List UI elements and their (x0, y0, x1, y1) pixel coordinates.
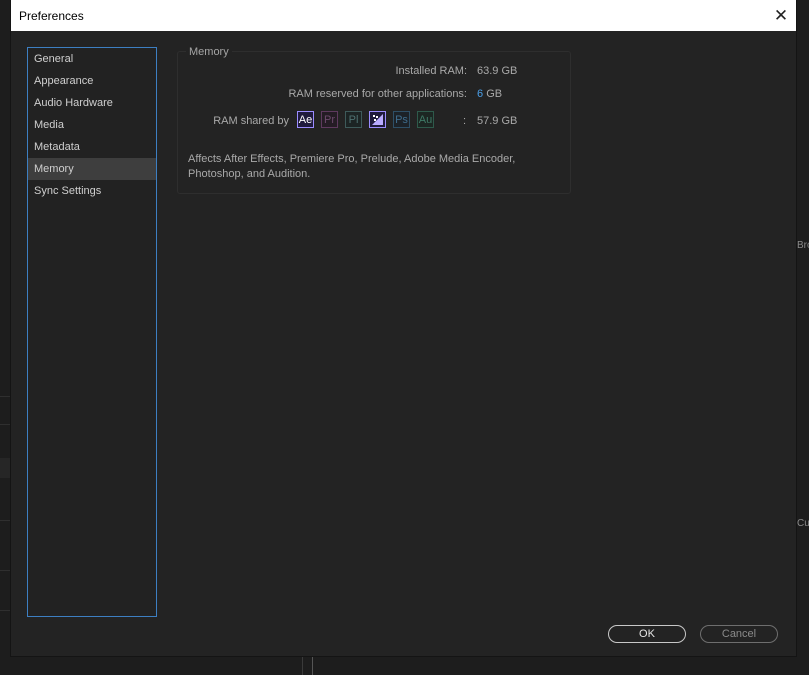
sidebar-item-audio-hardware[interactable]: Audio Hardware (28, 92, 156, 114)
bg-divider (312, 655, 313, 675)
memory-group: Memory Installed RAM: 63.9 GB RAM reserv… (177, 46, 571, 194)
memory-note: Affects After Effects, Premiere Pro, Pre… (188, 153, 516, 180)
installed-ram-value: 63.9 GB (477, 65, 518, 77)
title-bar[interactable]: Preferences ✕ (11, 0, 796, 31)
after-effects-icon[interactable]: Ae (297, 111, 314, 128)
ok-button[interactable]: OK (608, 625, 686, 643)
reserved-ram-unit: GB (486, 88, 503, 100)
preferences-dialog: Preferences ✕ General Appearance Audio H… (11, 0, 796, 656)
sidebar-item-memory[interactable]: Memory (28, 158, 156, 180)
sidebar-item-sync-settings[interactable]: Sync Settings (28, 180, 156, 202)
bg-panel (0, 458, 10, 478)
sidebar-item-general[interactable]: General (28, 48, 156, 70)
sidebar-item-appearance[interactable]: Appearance (28, 70, 156, 92)
audition-icon[interactable]: Au (417, 111, 434, 128)
bg-panel-label: Cur (797, 518, 809, 529)
bg-divider (0, 396, 10, 397)
shared-ram-colon: : (463, 115, 467, 127)
preferences-sidebar: General Appearance Audio Hardware Media … (27, 47, 157, 617)
dialog-title: Preferences (19, 9, 84, 23)
cancel-button[interactable]: Cancel (700, 625, 778, 643)
premiere-pro-icon[interactable]: Pr (321, 111, 338, 128)
bg-divider (302, 655, 303, 675)
reserved-ram-value: 6 GB (477, 88, 502, 100)
prelude-icon[interactable]: Pl (345, 111, 362, 128)
media-encoder-icon[interactable] (369, 111, 386, 128)
close-button[interactable]: ✕ (766, 0, 796, 31)
installed-ram-label: Installed RAM: (395, 65, 467, 77)
photoshop-icon[interactable]: Ps (393, 111, 410, 128)
bg-divider (0, 424, 10, 425)
reserved-ram-label: RAM reserved for other applications: (288, 88, 467, 100)
shared-app-icons: Ae Pr Pl Ps Au (297, 111, 434, 131)
sidebar-item-media[interactable]: Media (28, 114, 156, 136)
bg-panel-label: Bro (797, 240, 809, 251)
reserved-ram-input[interactable]: 6 (477, 88, 483, 100)
close-icon: ✕ (773, 5, 789, 25)
memory-group-title: Memory (186, 46, 232, 58)
sidebar-item-metadata[interactable]: Metadata (28, 136, 156, 158)
bg-divider (0, 570, 10, 571)
bg-divider (0, 520, 10, 521)
shared-ram-value: 57.9 GB (477, 115, 518, 127)
shared-ram-label: RAM shared by (213, 115, 289, 127)
bg-divider (0, 610, 10, 611)
